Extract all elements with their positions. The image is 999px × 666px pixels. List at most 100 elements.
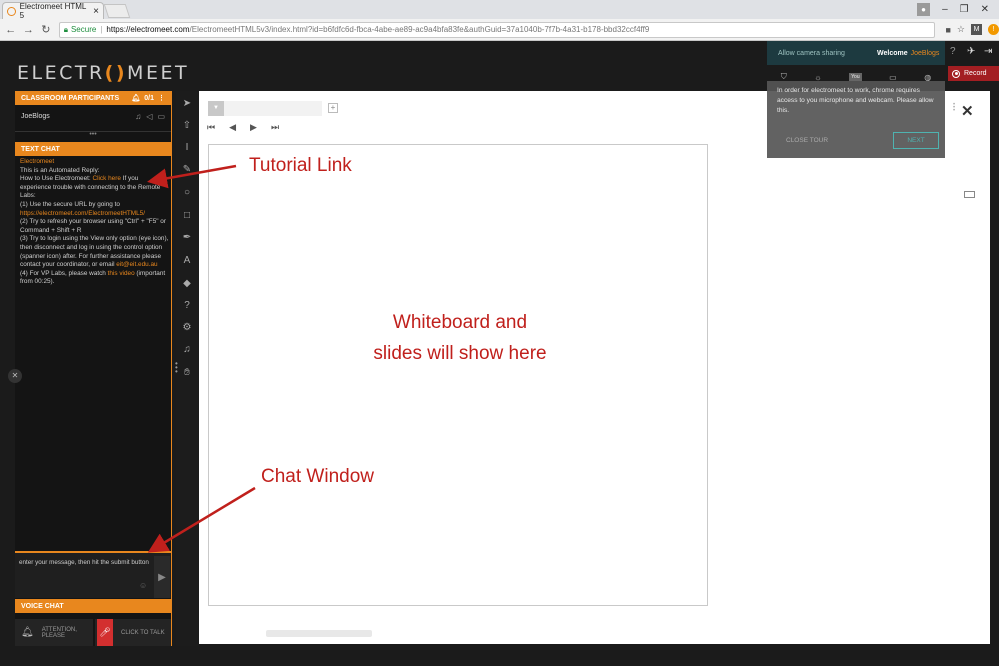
more-menu-icon[interactable]: ⋮ (158, 94, 165, 102)
tour-popup: In order for electromeet to work, chrome… (767, 81, 945, 158)
close-tour-button[interactable]: CLOSE TOUR (786, 136, 828, 146)
collapse-panel-icon[interactable]: ✕ (8, 369, 22, 383)
tutorial-link-annotation: Tutorial Link (249, 155, 352, 176)
chat-sender: Electromeet (20, 158, 55, 165)
minimize-icon[interactable]: – (942, 4, 948, 15)
attention-label: ATTENTION, PLEASE (41, 626, 77, 639)
chat-line: (1) Use the secure URL by going to (20, 200, 120, 208)
chat-message-input[interactable]: enter your message, then hit the submit … (19, 559, 153, 573)
email-link[interactable]: eit@eit.edu.au (116, 261, 157, 268)
forward-icon[interactable]: → (22, 24, 36, 36)
electromeet-favicon-icon (7, 6, 16, 16)
pointer-icon[interactable]: ➤ (181, 98, 193, 110)
click-to-talk-button[interactable]: 🎤︎ CLICK TO TALK (95, 619, 171, 646)
tour-next-button[interactable]: NEXT (893, 132, 939, 149)
classroom-participants-header: CLASSROOM PARTICIPANTS 🔔︎ 0/1 ⋮ (15, 91, 171, 105)
restore-icon[interactable]: ❐ (960, 4, 969, 15)
profile-icon[interactable]: ● (917, 2, 931, 16)
reload-icon[interactable]: ↻ (39, 23, 53, 36)
whiteboard-canvas[interactable] (208, 144, 708, 606)
tutorial-link[interactable]: Click here (92, 175, 120, 182)
back-icon[interactable]: ← (4, 24, 18, 36)
last-slide-icon[interactable]: ⏭ (271, 122, 279, 133)
participant-bell-icon[interactable]: ♫ (135, 112, 141, 121)
new-tab-button[interactable] (103, 4, 131, 18)
help-tool-icon[interactable]: ? (181, 300, 193, 312)
browser-tab[interactable]: Electromeet HTML 5 × (2, 2, 104, 20)
close-window-icon[interactable]: ✕ (981, 4, 989, 15)
chat-log: Electromeet This is an Automated Reply: … (20, 158, 170, 287)
bell-icon[interactable]: 🔔︎ (131, 94, 140, 102)
participants-count: 0/1 (144, 94, 154, 102)
logout-icon[interactable]: ⇥ (984, 46, 992, 57)
left-panel: CLASSROOM PARTICIPANTS 🔔︎ 0/1 ⋮ JoeBlogs… (15, 91, 172, 646)
participants-title: CLASSROOM PARTICIPANTS (21, 94, 120, 102)
slide-navigation: ⏮ ◀ ▶ ⏭ (207, 122, 279, 133)
close-whiteboard-icon[interactable]: ✕ (961, 102, 974, 120)
prev-slide-icon[interactable]: ◀ (229, 122, 236, 133)
settings-icon[interactable]: ⚙ (181, 322, 193, 334)
text-chat-header: TEXT CHAT (15, 142, 171, 156)
slide-tab-indicator: ▼ (208, 101, 224, 116)
youtube-icon[interactable]: You (849, 73, 862, 81)
horizontal-scrollbar[interactable] (266, 630, 372, 637)
camera-blocked-icon[interactable]: ■ (945, 25, 950, 35)
chat-line: This is an Automated Reply: (20, 166, 100, 174)
rectangle-icon[interactable]: □ (181, 210, 193, 222)
music-icon[interactable]: ♫ (181, 344, 193, 356)
eraser-icon[interactable]: ◆ (181, 278, 193, 290)
emoji-icon[interactable]: ☺ (139, 581, 147, 590)
whiteboard-note-line1: Whiteboard and (392, 312, 528, 333)
logo-o-mark: () (104, 62, 128, 84)
upload-icon[interactable]: ⇧ (181, 120, 193, 132)
chat-line: How to Use Electromeet: Click here If yo… (20, 175, 170, 201)
secure-url-link[interactable]: https://electromeet.com/ElectromeetHTML5… (20, 210, 170, 219)
slide-tab[interactable]: ▼ (208, 101, 322, 116)
record-dot-icon (952, 69, 960, 78)
video-icon[interactable] (964, 191, 975, 198)
address-bar: ← → ↻ 🔒︎ Secure | https://electromeet.co… (0, 19, 999, 41)
pen-icon[interactable]: ✒ (181, 232, 193, 244)
text-tool-icon[interactable]: A (181, 255, 193, 267)
camera-icon[interactable]: ▭ (157, 112, 165, 121)
whiteboard-note-line2: slides will show here (373, 343, 547, 364)
speaker-icon[interactable]: ◁ (146, 112, 152, 121)
url-field[interactable]: 🔒︎ Secure | https://electromeet.com /Ele… (58, 21, 936, 38)
toolbar-drag-handle[interactable]: • • • (175, 360, 178, 376)
text-cursor-icon[interactable]: Ι (181, 142, 193, 154)
help-icon[interactable]: ? (950, 46, 956, 57)
send-message-button[interactable]: ▶ (154, 556, 170, 598)
attention-please-button[interactable]: 🔔︎ ATTENTION, PLEASE (15, 619, 93, 646)
whiteboard-toolbar: ➤ ⇧ Ι ✎ ○ □ ✒ A ◆ ? ⚙ ♫ ✋︎ (176, 91, 198, 646)
gmail-extension-icon[interactable]: M (971, 24, 982, 35)
video-link[interactable]: this video (108, 270, 135, 277)
bookmark-star-icon[interactable]: ☆ (957, 24, 965, 35)
participant-name: JoeBlogs (21, 112, 50, 120)
chat-line: (3) Try to login using the View only opt… (20, 235, 170, 269)
hand-icon[interactable]: ✋︎ (181, 367, 193, 379)
talk-label: CLICK TO TALK (121, 629, 165, 636)
close-tab-icon[interactable]: × (93, 6, 99, 17)
update-alert-icon[interactable]: ! (988, 24, 999, 35)
address-bar-actions: ■ ☆ M ! (945, 24, 999, 35)
participant-row[interactable]: JoeBlogs ♫ ◁ ▭ (15, 107, 171, 125)
window-controls: ● – ❐ ✕ (917, 1, 989, 17)
url-path: /ElectromeetHTML5v3/index.html?id=b6fdfc… (189, 25, 650, 34)
logo-left-text: ELECTR (17, 62, 105, 84)
next-slide-icon[interactable]: ▶ (250, 122, 257, 133)
browser-tab-bar (0, 0, 999, 19)
add-slide-button[interactable]: + (328, 103, 338, 113)
welcome-user: JoeBlogs (910, 49, 940, 57)
chat-line: (4) For VP Labs, please watch this video… (20, 270, 170, 287)
first-slide-icon[interactable]: ⏮ (207, 122, 215, 133)
welcome-text: Welcome JoeBlogs (877, 41, 947, 65)
panel-resize-handle[interactable]: ••• (15, 131, 171, 138)
chat-input-area: enter your message, then hit the submit … (15, 551, 171, 598)
record-button[interactable]: Record (948, 66, 999, 81)
pencil-icon[interactable]: ✎ (181, 164, 193, 176)
right-drag-handle[interactable]: • • • (953, 102, 955, 114)
pin-icon[interactable]: ✈ (967, 46, 975, 57)
microphone-icon: 🎤︎ (97, 619, 113, 646)
tab-title: Electromeet HTML 5 (19, 2, 87, 20)
circle-icon[interactable]: ○ (181, 187, 193, 199)
